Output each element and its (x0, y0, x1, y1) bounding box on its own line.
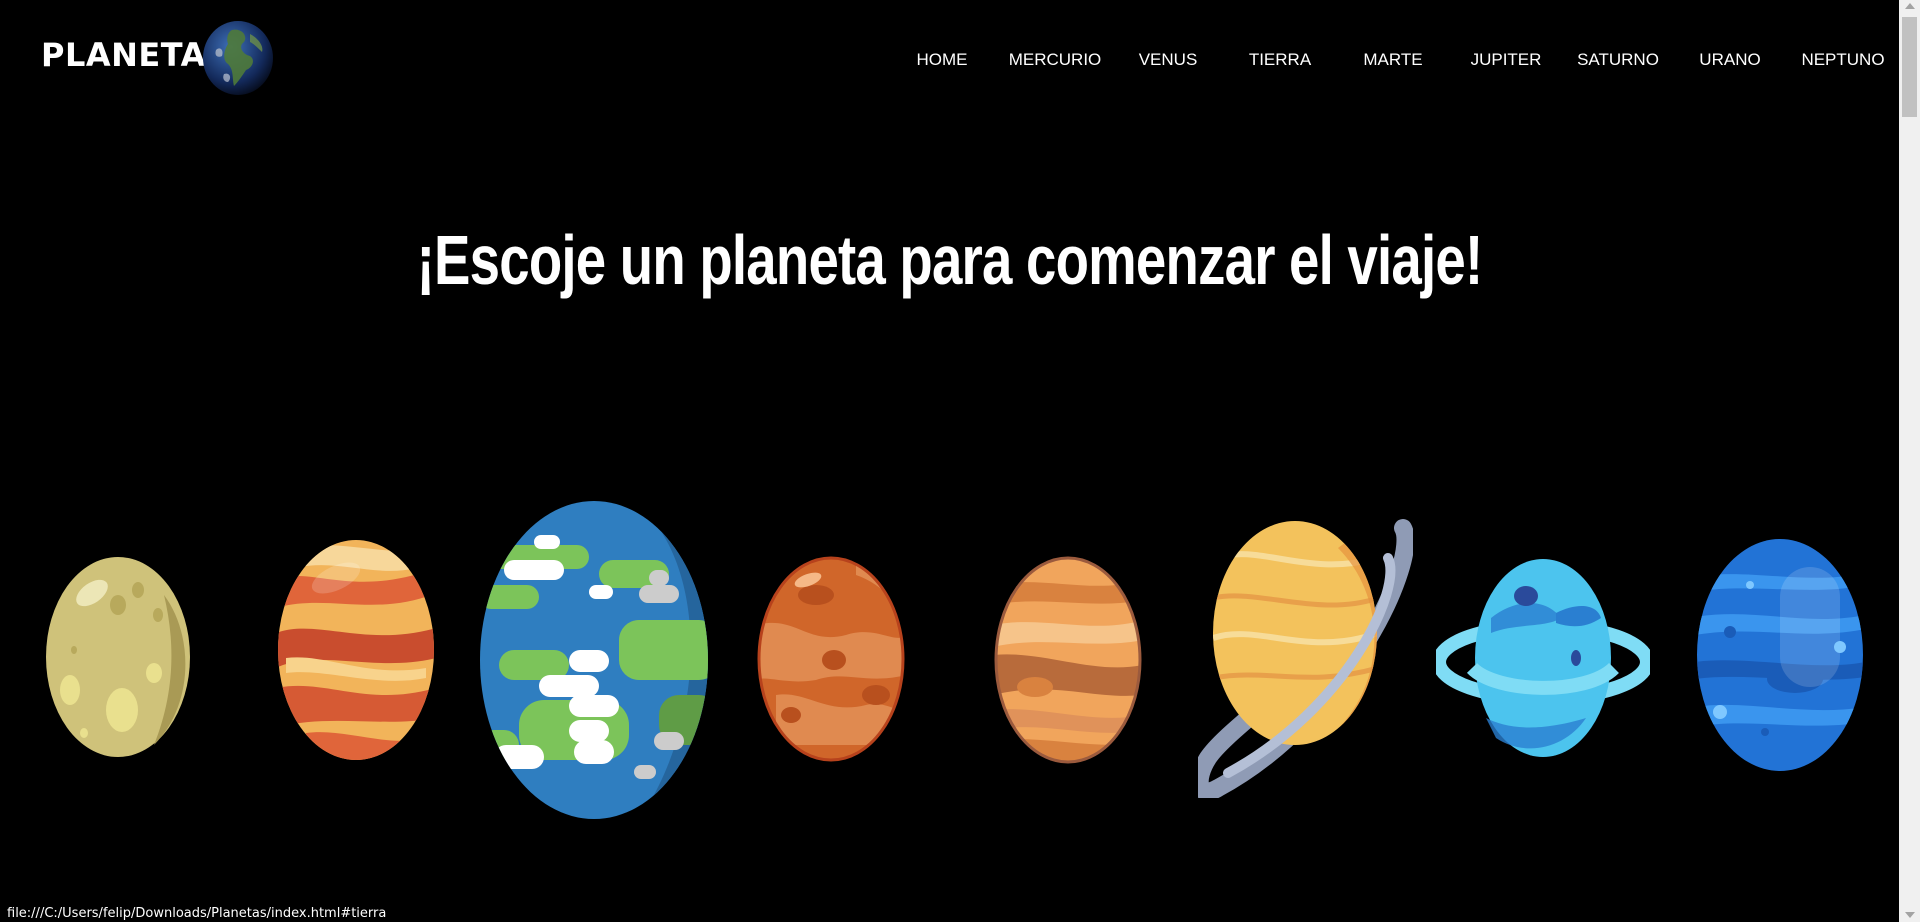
browser-status-url: file:///C:/Users/felip/Downloads/Planeta… (5, 905, 389, 922)
scroll-up-icon[interactable] (1905, 3, 1915, 9)
main-nav: HOME MERCURIO VENUS TIERRA MARTE JUPITER… (0, 50, 1899, 74)
nav-link-venus[interactable]: VENUS (1139, 50, 1198, 70)
jupiter-planet-icon[interactable] (993, 555, 1143, 765)
nav-link-saturno[interactable]: SATURNO (1577, 50, 1659, 70)
saturn-planet-icon[interactable] (1198, 518, 1413, 798)
nav-link-jupiter[interactable]: JUPITER (1471, 50, 1542, 70)
mercury-planet-icon[interactable] (44, 555, 192, 760)
earth-planet-icon[interactable] (479, 500, 709, 820)
neptune-planet-icon[interactable] (1695, 537, 1865, 773)
nav-link-marte[interactable]: MARTE (1363, 50, 1422, 70)
mars-planet-icon[interactable] (756, 555, 906, 763)
venus-planet-icon[interactable] (276, 538, 436, 763)
hero-section: ¡Escoje un planeta para comenzar el viaj… (0, 220, 1899, 300)
scrollbar-thumb[interactable] (1902, 17, 1917, 117)
planet-gallery (0, 480, 1899, 840)
page-scrollbar[interactable] (1899, 0, 1920, 922)
scroll-down-icon[interactable] (1905, 912, 1915, 918)
nav-link-home[interactable]: HOME (917, 50, 968, 70)
hero-title: ¡Escoje un planeta para comenzar el viaj… (416, 221, 1484, 299)
uranus-planet-icon[interactable] (1436, 558, 1650, 760)
nav-link-tierra[interactable]: TIERRA (1249, 50, 1311, 70)
nav-link-urano[interactable]: URANO (1699, 50, 1760, 70)
nav-link-neptuno[interactable]: NEPTUNO (1801, 50, 1884, 70)
nav-link-mercurio[interactable]: MERCURIO (1009, 50, 1102, 70)
site-header: PLANETAS HOME MERCURIO VENUS TIERRA MART… (0, 0, 1899, 120)
